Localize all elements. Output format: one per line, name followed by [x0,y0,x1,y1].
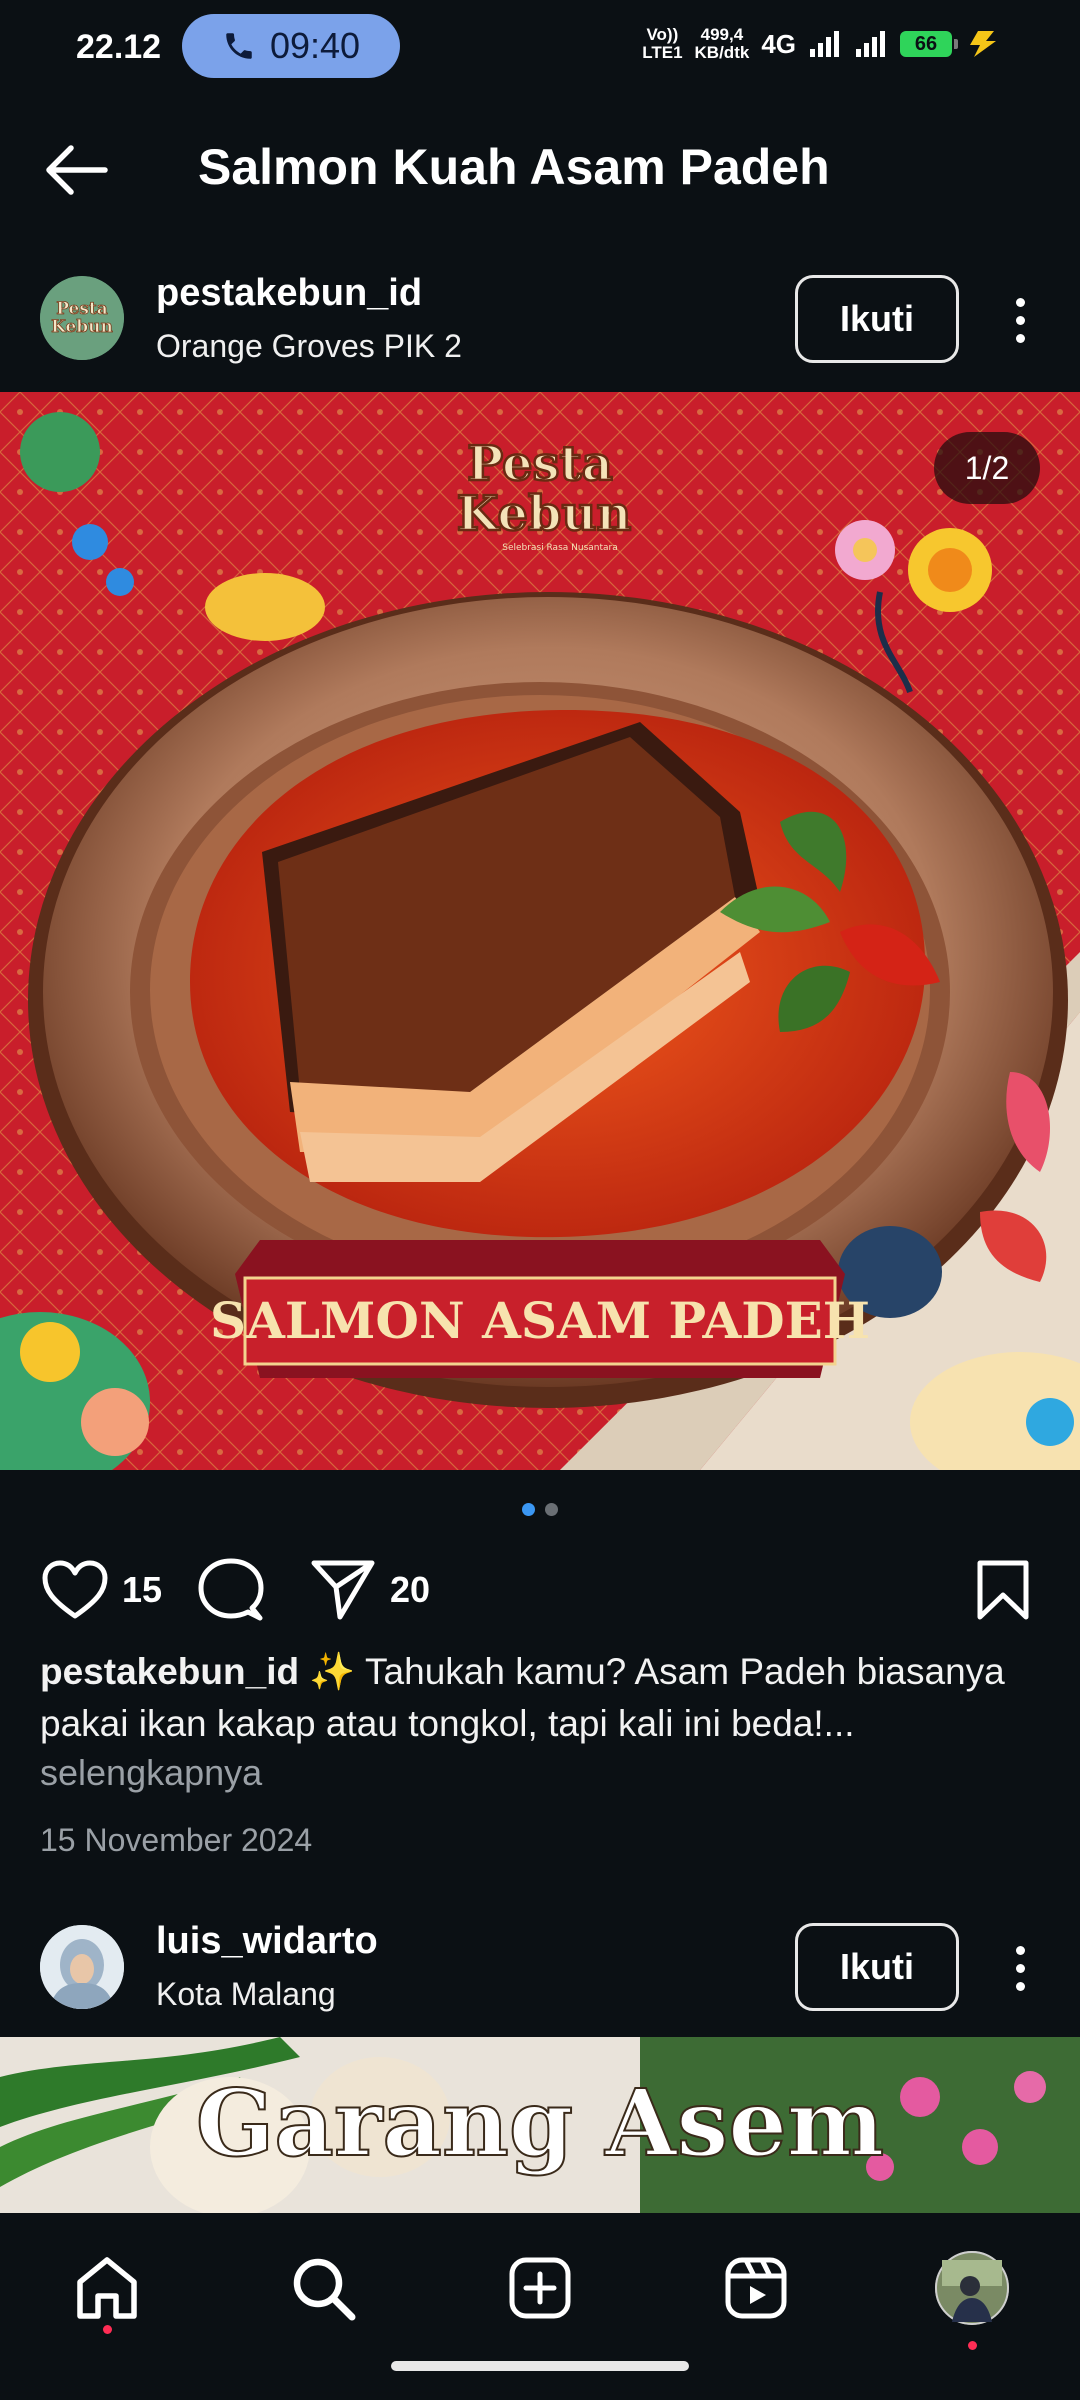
nav-reels[interactable] [711,2243,801,2333]
page-title: Salmon Kuah Asam Padeh [198,139,830,195]
status-icons: Vo)) LTE1 499,4 KB/dtk 4G 66 [642,26,1002,62]
carousel-dot [545,1503,558,1516]
image-title-2: Garang Asem [196,2069,885,2177]
salmon-dish-photo: Pesta Kebun Selebrasi Rasa Nusantara SAL… [0,392,1080,1470]
home-indicator[interactable] [391,2361,689,2371]
post-caption: pestakebun_id ✨ Tahukah kamu? Asam Padeh… [40,1646,1050,1750]
svg-text:Pesta: Pesta [467,436,613,492]
charging-icon [970,31,996,57]
signal-icon [810,31,839,57]
reels-icon [725,2257,787,2319]
nav-home[interactable] [62,2243,152,2334]
volte-indicator: Vo)) LTE1 [642,25,683,62]
post-actions: 15 20 [0,1555,1080,1625]
more-dots-icon [1015,1945,1025,1955]
more-options-button-2[interactable] [1000,1928,1040,2008]
nav-create[interactable] [495,2243,585,2333]
like-button[interactable]: 15 [42,1555,162,1625]
garang-asem-photo: Garang Asem [0,2037,1080,2213]
arrow-left-icon [46,145,108,195]
signal-icon-sim2 [856,31,885,57]
post-header: Pesta Kebun pestakebun_id Orange Groves … [0,254,1080,384]
more-dots-icon [1015,297,1025,307]
comment-icon [198,1558,264,1621]
svg-text:Kebun: Kebun [51,317,113,337]
bookmark-icon [977,1560,1029,1620]
status-time: 22.12 [76,28,162,66]
pesta-kebun-logo: Pesta Kebun [40,276,124,360]
send-icon [311,1560,375,1620]
caption-username[interactable]: pestakebun_id [40,1651,299,1692]
post-header-2: luis_widarto Kota Malang Ikuti [0,1900,1080,2030]
back-button[interactable] [40,138,112,202]
avatar-2[interactable] [40,1925,124,2009]
carousel-dot-active [522,1503,535,1516]
status-bar: 22.12 09:40 Vo)) LTE1 499,4 KB/dtk 4G 66 [0,0,1080,100]
comment-button[interactable] [198,1555,264,1625]
battery-indicator: 66 [900,31,958,57]
call-timer: 09:40 [269,25,361,66]
svg-text:Kebun: Kebun [457,486,632,542]
phone-icon [226,33,252,59]
nav-search[interactable] [278,2243,368,2333]
share-button[interactable]: 20 [310,1555,430,1625]
svg-text:Pesta: Pesta [56,299,108,319]
svg-text:Selebrasi Rasa Nusantara: Selebrasi Rasa Nusantara [502,543,618,553]
dish-banner: SALMON ASAM PADEH [210,1291,870,1350]
more-options-button[interactable] [1000,280,1040,360]
post-image[interactable]: Pesta Kebun Selebrasi Rasa Nusantara SAL… [0,392,1080,1470]
follow-button[interactable]: Ikuti [795,275,959,363]
post-username[interactable]: pestakebun_id [156,272,422,315]
create-icon [509,2257,571,2319]
bottom-navigation [0,2213,1080,2400]
nav-profile[interactable] [927,2243,1017,2350]
carousel-indicator [0,1503,1080,1516]
like-count: 15 [122,1569,163,1610]
network-speed: 499,4 KB/dtk [694,25,750,62]
home-icon [77,2257,137,2319]
post-username-2[interactable]: luis_widarto [156,1920,378,1963]
post-image-2[interactable]: Garang Asem [0,2037,1080,2213]
post-location-2[interactable]: Kota Malang [156,1976,336,2013]
search-icon [293,2258,356,2321]
heart-icon [42,1560,108,1619]
network-type: 4G [761,28,796,59]
page-header: Salmon Kuah Asam Padeh [0,110,1080,230]
save-button[interactable] [975,1555,1031,1625]
post-date: 15 November 2024 [40,1822,313,1858]
ongoing-call-pill[interactable]: 09:40 [182,14,400,78]
notification-dot [103,2325,112,2334]
see-more-link[interactable]: selengkapnya [40,1752,262,1794]
profile-avatar [935,2251,1009,2325]
avatar[interactable]: Pesta Kebun [40,276,124,360]
share-count: 20 [390,1569,431,1610]
profile-notification-dot [968,2341,977,2350]
user-photo [40,1925,124,2009]
follow-button-2[interactable]: Ikuti [795,1923,959,2011]
image-counter: 1/2 [934,432,1040,504]
post-location[interactable]: Orange Groves PIK 2 [156,328,462,365]
